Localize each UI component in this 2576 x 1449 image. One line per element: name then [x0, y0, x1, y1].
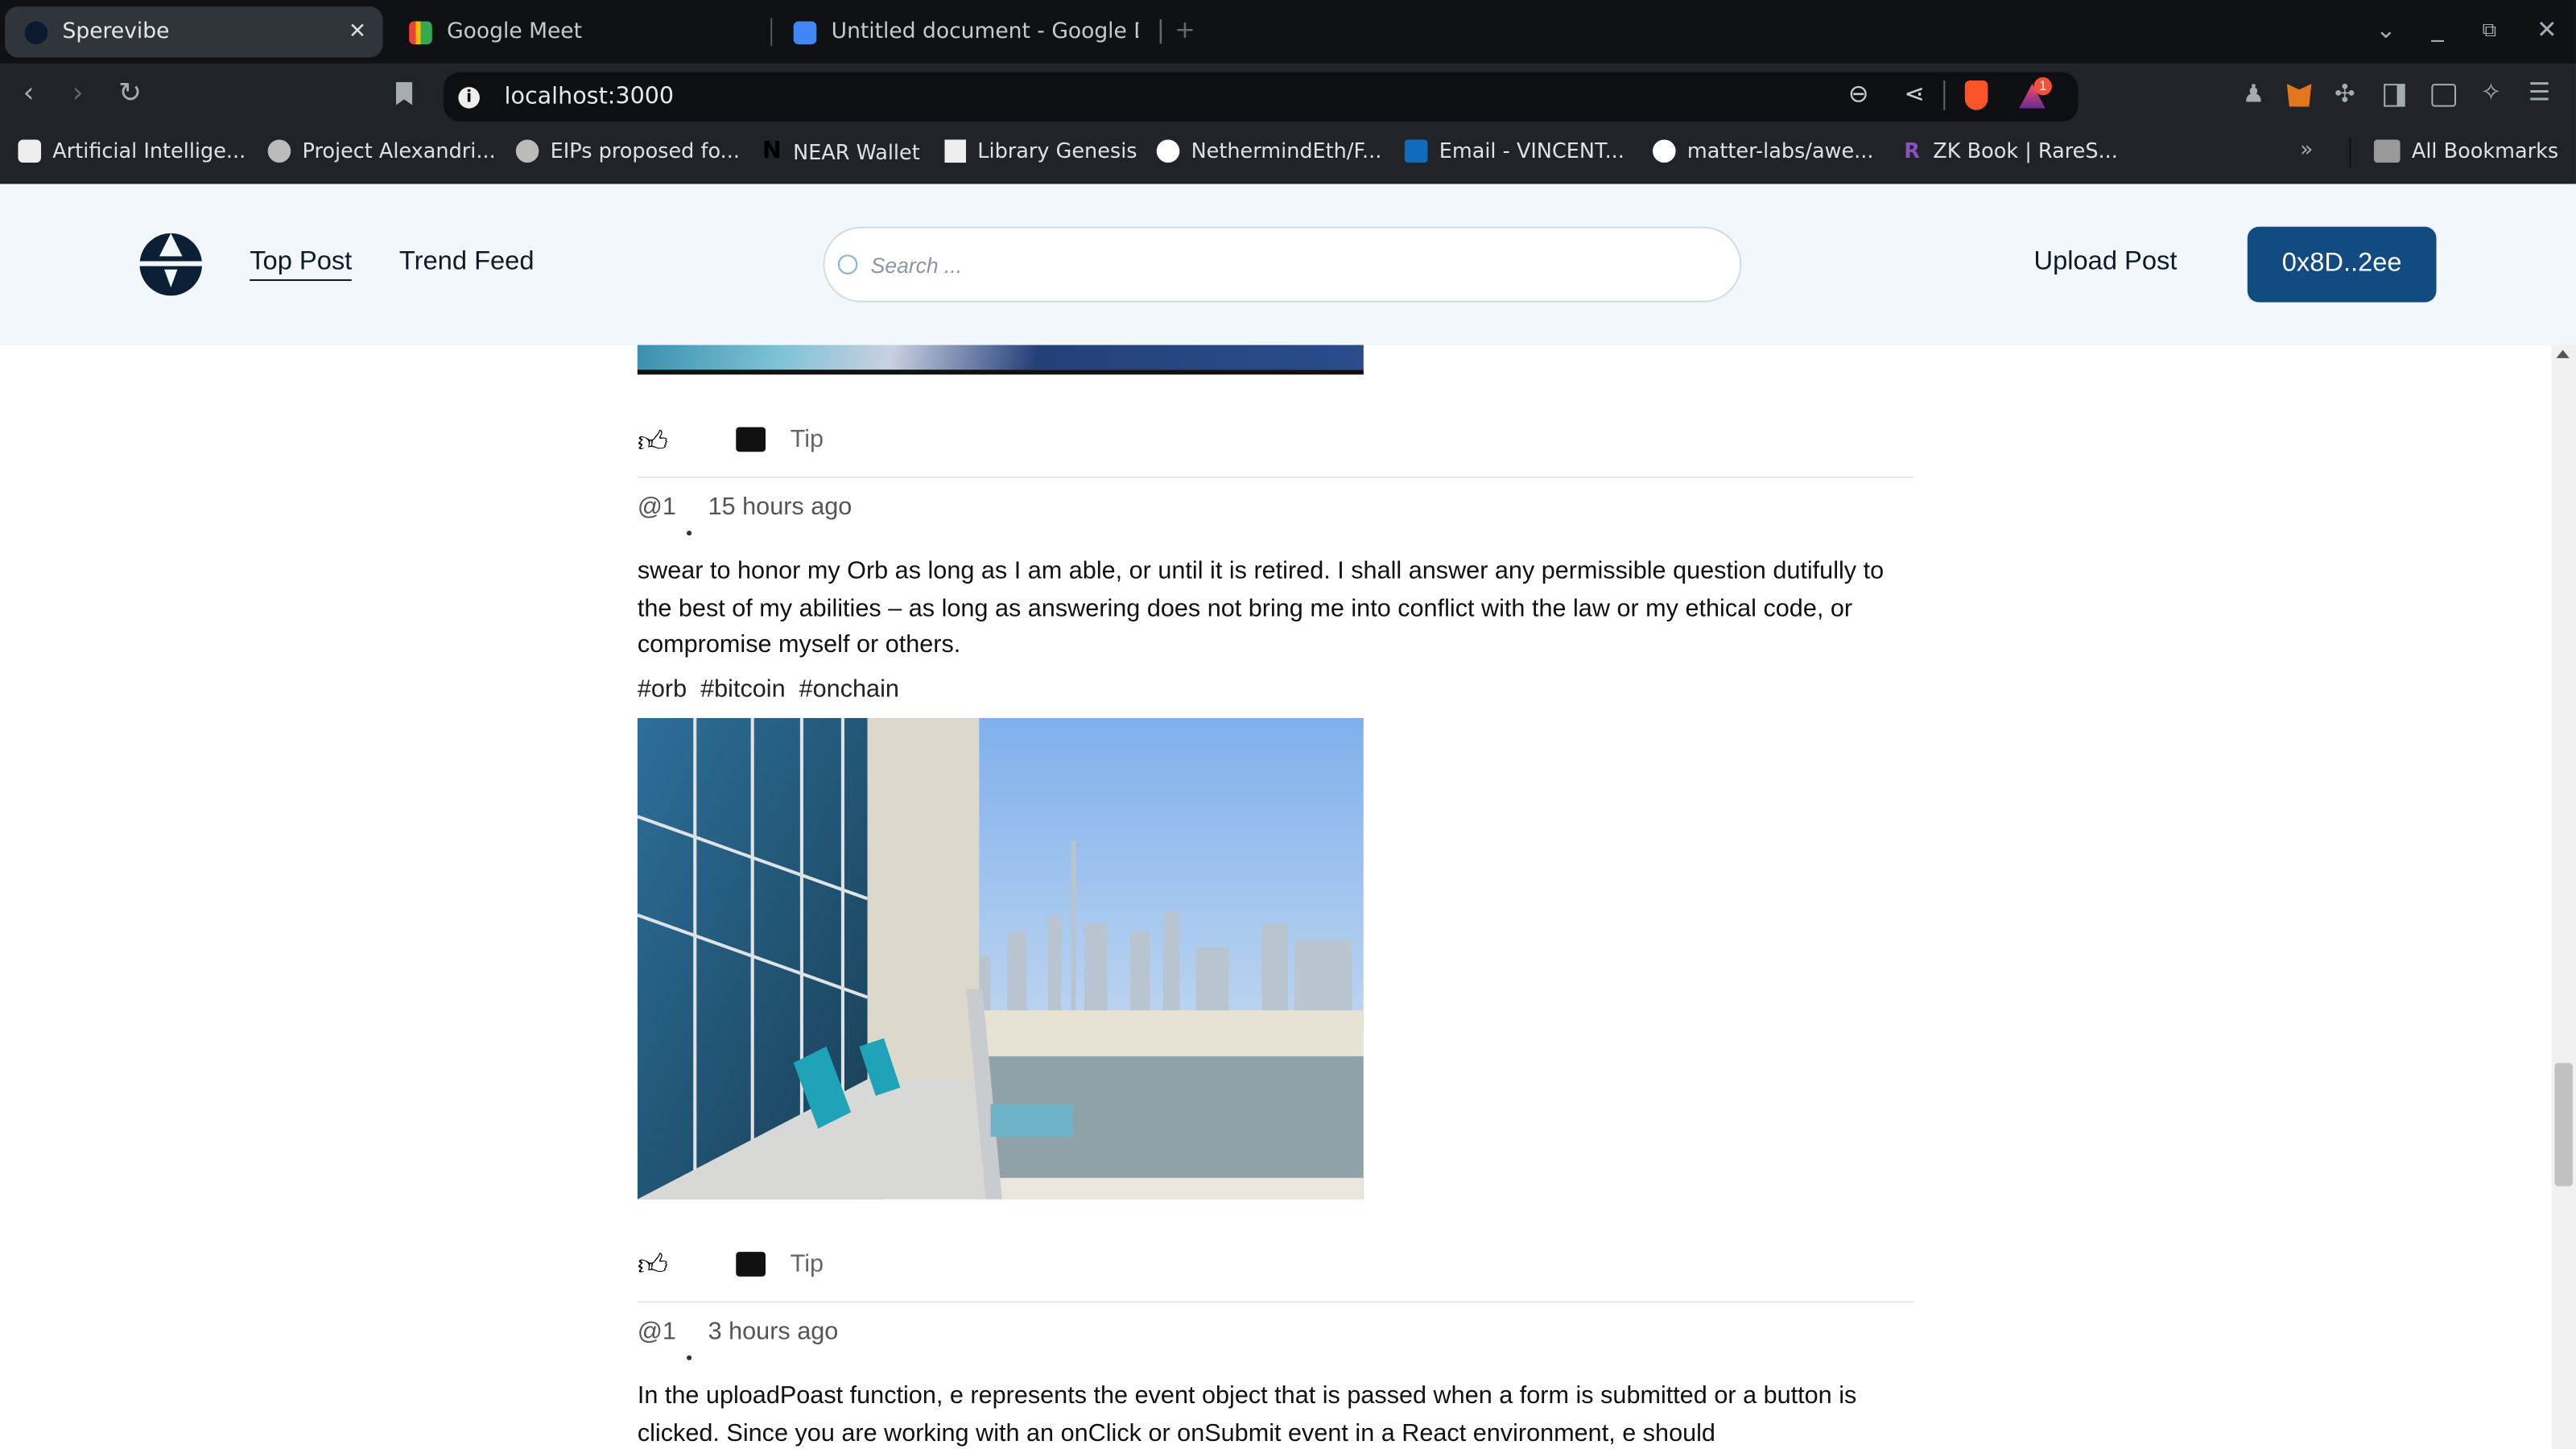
- post-body: swear to honor my Orb as long as I am ab…: [637, 556, 1885, 659]
- outlook-icon: [1404, 138, 1428, 163]
- tab-google-docs[interactable]: Untitled document - Google Do: [774, 6, 1138, 57]
- globe-icon: [515, 138, 539, 163]
- bookmark-label: ZK Book | RareS...: [1933, 138, 2118, 163]
- notification-badge: 1: [2033, 76, 2052, 96]
- tab-separator: [770, 18, 773, 47]
- bookmark-label: All Bookmarks: [2411, 138, 2559, 163]
- reload-icon[interactable]: ↻: [118, 80, 142, 109]
- url-text[interactable]: localhost:3000: [505, 84, 675, 110]
- sperevibe-logo-icon[interactable]: [139, 233, 203, 296]
- google-meet-icon: [409, 20, 432, 44]
- divider: [637, 476, 1914, 478]
- bookmark-item[interactable]: matter-labs/awe...: [1653, 138, 1873, 163]
- browser-window: Sperevibe ✕ Google Meet Untitled documen…: [0, 0, 2576, 1449]
- bookmark-item[interactable]: NethermindEth/F...: [1156, 138, 1382, 163]
- separator: [2349, 138, 2351, 168]
- wallet-tip-icon[interactable]: [736, 1252, 766, 1277]
- minimize-icon[interactable]: _: [2431, 15, 2443, 41]
- post-author[interactable]: @1: [638, 1318, 676, 1346]
- near-icon: N: [762, 138, 782, 165]
- nav-top-post[interactable]: Top Post: [250, 248, 353, 281]
- bookmark-label: Project Alexandri...: [302, 138, 496, 163]
- bookmark-item[interactable]: Email - VINCENT...: [1404, 138, 1624, 163]
- search-input[interactable]: [870, 252, 1660, 277]
- divider: [637, 1301, 1914, 1303]
- post-author[interactable]: @1: [638, 493, 676, 521]
- bookmark-item[interactable]: EIPs proposed fo...: [515, 138, 740, 163]
- post-time: 15 hours ago: [708, 493, 852, 521]
- page-scrollbar[interactable]: [2551, 345, 2576, 1449]
- brave-shields-icon[interactable]: [1964, 80, 1988, 110]
- new-tab-button[interactable]: +: [1174, 17, 1195, 43]
- library-genesis-icon: [944, 138, 966, 163]
- tab-title: Google Meet: [447, 19, 583, 45]
- wallet-tip-icon[interactable]: [736, 427, 766, 452]
- like-icon[interactable]: 👍︎: [638, 424, 668, 460]
- bookmark-item[interactable]: Library Genesis: [944, 138, 1137, 163]
- tab-title: Untitled document - Google Do: [831, 19, 1139, 45]
- bookmark-label: EIPs proposed fo...: [550, 138, 740, 163]
- post-body: In the uploadPoast function, e represent…: [637, 1381, 1857, 1447]
- nav-trend-feed[interactable]: Trend Feed: [399, 248, 535, 278]
- separator: [1943, 80, 1946, 110]
- bookmark-item[interactable]: Project Alexandri...: [267, 138, 496, 163]
- bookmark-label: matter-labs/awe...: [1686, 138, 1874, 163]
- bookmark-item[interactable]: N NEAR Wallet: [762, 138, 920, 164]
- address-bar[interactable]: i localhost:3000: [444, 72, 2079, 122]
- tab-search-chevron-icon[interactable]: ⌄: [2376, 17, 2396, 43]
- extensions-puzzle-icon[interactable]: ✣: [2334, 81, 2355, 107]
- google-docs-icon: [793, 20, 817, 44]
- tab-separator: |: [1156, 14, 1166, 45]
- upload-post-link[interactable]: Upload Post: [2034, 248, 2178, 278]
- search-bar[interactable]: [823, 226, 1742, 303]
- leo-ai-icon[interactable]: ✧: [2481, 80, 2502, 105]
- bookmark-label: NethermindEth/F...: [1191, 138, 1382, 163]
- post-tags[interactable]: #orb #bitcoin #onchain: [638, 672, 1919, 709]
- bookmark-label: Artificial Intellige...: [52, 138, 246, 163]
- tab-bar: [0, 0, 2576, 64]
- tab-google-meet[interactable]: Google Meet: [390, 6, 767, 57]
- scrollbar-thumb[interactable]: [2554, 1063, 2573, 1187]
- bookmark-label: Email - VINCENT...: [1439, 138, 1624, 163]
- bookmark-item[interactable]: Artificial Intellige...: [18, 138, 246, 163]
- tab-sperevibe[interactable]: Sperevibe ✕: [5, 6, 383, 58]
- zoom-icon[interactable]: ⊖: [1848, 81, 1869, 107]
- close-window-icon[interactable]: ✕: [2537, 17, 2557, 43]
- previous-post-image[interactable]: [637, 345, 1364, 375]
- search-icon: [837, 254, 858, 275]
- wallet-address-button[interactable]: 0x8D..2ee: [2247, 226, 2437, 303]
- github-icon: [1156, 138, 1180, 163]
- sperevibe-favicon-icon: [24, 20, 48, 44]
- like-icon[interactable]: 👍︎: [638, 1247, 668, 1283]
- extension-icon[interactable]: ♟: [2243, 81, 2264, 107]
- scroll-up-arrow-icon[interactable]: [2556, 349, 2570, 358]
- globe-icon: [267, 138, 291, 163]
- all-bookmarks-folder[interactable]: All Bookmarks: [2373, 138, 2559, 163]
- rareskills-icon: R: [1904, 138, 1920, 163]
- bookmark-label: NEAR Wallet: [793, 138, 920, 164]
- post-time: 3 hours ago: [708, 1317, 839, 1346]
- github-icon: [1653, 138, 1676, 163]
- menu-icon[interactable]: ☰: [2529, 80, 2550, 105]
- tip-button[interactable]: Tip: [791, 426, 824, 454]
- more-bookmarks-icon[interactable]: »: [2300, 139, 2313, 161]
- sidebar-icon[interactable]: [2384, 84, 2405, 107]
- site-info-icon[interactable]: i: [458, 86, 480, 108]
- forward-icon[interactable]: ›: [72, 80, 84, 109]
- wallet-icon[interactable]: [2431, 84, 2456, 107]
- bookmark-label: Library Genesis: [977, 138, 1137, 163]
- tab-title: Sperevibe: [62, 19, 170, 45]
- restore-icon[interactable]: ⧉: [2483, 19, 2497, 39]
- bookmark-favicon-icon: [18, 138, 42, 163]
- folder-icon: [2373, 138, 2401, 163]
- share-icon[interactable]: ⋖: [1904, 81, 1925, 107]
- post-image[interactable]: [637, 717, 1364, 1199]
- close-tab-icon[interactable]: ✕: [349, 19, 366, 44]
- bullet-dot: [687, 530, 692, 536]
- back-icon[interactable]: ‹: [23, 80, 35, 109]
- bookmark-item[interactable]: R ZK Book | RareS...: [1904, 138, 2118, 163]
- tip-button[interactable]: Tip: [791, 1250, 824, 1278]
- bullet-dot: [687, 1355, 692, 1360]
